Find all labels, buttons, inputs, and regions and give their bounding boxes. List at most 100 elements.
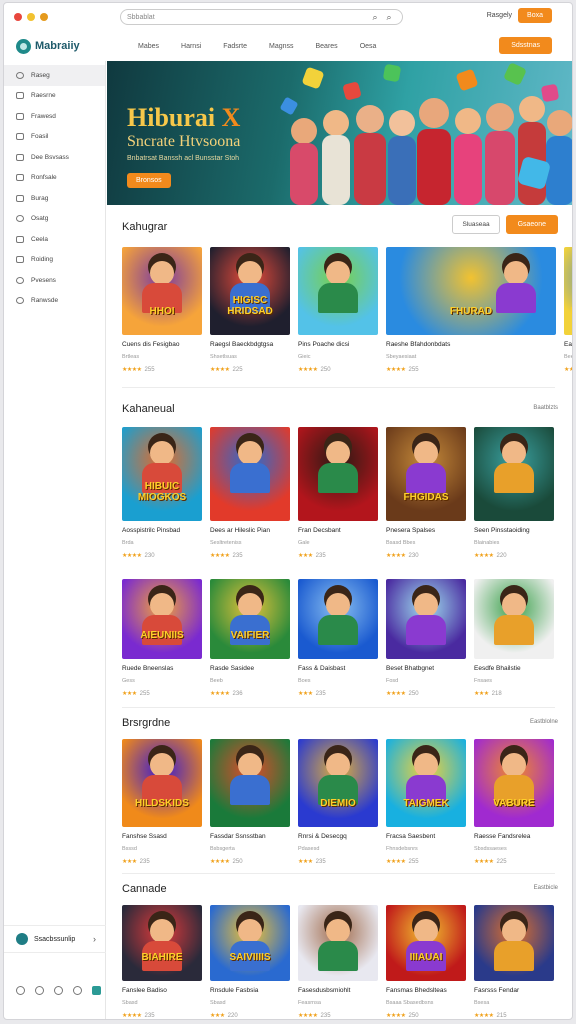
game-card[interactable]: VAIFIER Rasde Sasidee Beeb ★★★★ 236 <box>210 579 290 697</box>
globe-icon[interactable] <box>54 986 63 995</box>
sidebar-item[interactable]: Pvesens <box>4 270 105 291</box>
sidebar-item[interactable]: Burag <box>4 188 105 209</box>
game-thumbnail[interactable] <box>474 427 554 521</box>
top-bar-button[interactable]: Boxa <box>518 8 552 23</box>
game-title[interactable]: Easthlg Pulsbitudin <box>564 341 572 348</box>
hero-button[interactable]: Bronsos <box>127 173 171 188</box>
game-thumbnail[interactable] <box>386 579 466 659</box>
game-title[interactable]: Ruede Bneenslas <box>122 665 202 672</box>
game-title[interactable]: Pins Poache dicsi <box>298 341 378 348</box>
game-title[interactable]: Rnsdule Fasbsia <box>210 987 290 994</box>
sidebar-item[interactable]: Raesrne <box>4 86 105 107</box>
game-thumbnail[interactable] <box>298 905 378 981</box>
game-title[interactable]: Fanslee Badiso <box>122 987 202 994</box>
bell-icon[interactable] <box>35 986 44 995</box>
game-title[interactable]: Rasde Sasidee <box>210 665 290 672</box>
section-see-all-link[interactable]: Baatblzts <box>533 405 558 411</box>
game-title[interactable]: Fasesdusbsmiohlt <box>298 987 378 994</box>
game-thumbnail[interactable] <box>210 427 290 521</box>
game-card[interactable]: Fasrsss Fendar Bsesa ★★★★ 215 <box>474 905 554 1019</box>
game-title[interactable]: Fracsa Saesbent <box>386 833 466 840</box>
game-title[interactable]: Fansmas Bhedslteas <box>386 987 466 994</box>
maximize-window-icon[interactable] <box>40 13 48 21</box>
game-title[interactable]: Eesdfe Bhailstie <box>474 665 554 672</box>
game-card[interactable]: VABURE Raesse Fandsrelea Sbsdssaeses ★★★★ 22… <box>474 739 554 865</box>
section-see-all-link[interactable]: Eastblolne <box>530 719 558 725</box>
sidebar-item[interactable]: Osatg <box>4 209 105 230</box>
search-bar[interactable]: Sbbablat ⌕ ⌕ <box>120 9 403 25</box>
game-title[interactable]: Beset Bhatbgnet <box>386 665 466 672</box>
game-thumbnail[interactable] <box>298 427 378 521</box>
game-card[interactable]: Dees ar Hileslic Pian Sesltreteniss ★★★★ 23… <box>210 427 290 559</box>
game-card[interactable]: Fran Decsbant Gale ★★★ 235 <box>298 427 378 559</box>
game-thumbnail[interactable]: FHURAD <box>386 247 556 335</box>
game-thumbnail[interactable]: FHGIDAS <box>386 427 466 521</box>
game-title[interactable]: Fasrsss Fendar <box>474 987 554 994</box>
sidebar-item[interactable]: Ranwsde <box>4 291 105 312</box>
sidebar-item[interactable]: Ceela <box>4 229 105 250</box>
game-title[interactable]: Raegsl Baeckbdgtgsa <box>210 341 290 348</box>
game-title[interactable]: Raeshe Bfahdonbdats <box>386 341 556 348</box>
game-title[interactable]: Rnrsi & Desecgq <box>298 833 378 840</box>
game-title[interactable]: Fassdar Ssnsstban <box>210 833 290 840</box>
game-card[interactable]: IHIIAR VISBIO Easthlg Pulsbitudin Beeulaau… <box>564 247 572 373</box>
game-title[interactable]: Seen Pinsstaoiding <box>474 527 554 534</box>
nav-link[interactable]: Harnsi <box>181 43 201 50</box>
game-card[interactable]: TAIGMEK Fracsa Saesbent Fhnsdebsnrs ★★★★ 255 <box>386 739 466 865</box>
game-card[interactable]: DIEMIO Rnrsi & Desecgq Pdasesd ★★★ 235 <box>298 739 378 865</box>
sidebar-item[interactable]: Ronfsale <box>4 168 105 189</box>
nav-link[interactable]: Beares <box>316 43 338 50</box>
game-thumbnail[interactable] <box>474 579 554 659</box>
game-thumbnail[interactable]: HIBUIC MIOGKOS <box>122 427 202 521</box>
game-card[interactable]: Eesdfe Bhailstie Fnsaes ★★★ 218 <box>474 579 554 697</box>
game-thumbnail[interactable]: HHOI <box>122 247 202 335</box>
game-thumbnail[interactable]: SAIVIIIIS <box>210 905 290 981</box>
nav-link[interactable]: Magnss <box>269 43 294 50</box>
game-card[interactable]: SAIVIIIIS Rnsdule Fasbsia Sbasd ★★★ 220 <box>210 905 290 1019</box>
sidebar-item[interactable]: Raseg <box>4 65 105 86</box>
game-thumbnail[interactable]: TAIGMEK <box>386 739 466 827</box>
section-fill-button[interactable]: Gsaeone <box>505 215 558 234</box>
game-card[interactable]: IIIAUAI Fansmas Bhedslteas Bsaaa Sbasedbsn… <box>386 905 466 1019</box>
game-thumbnail[interactable] <box>298 579 378 659</box>
sidebar-item[interactable]: Roiding <box>4 250 105 271</box>
chevron-right-icon[interactable]: › <box>93 934 96 944</box>
game-card[interactable]: Fass & Daisbast Boes ★★★ 235 <box>298 579 378 697</box>
game-title[interactable]: Cuens dis Fesigbao <box>122 341 202 348</box>
section-see-all-link[interactable]: Eastbicle <box>534 885 558 891</box>
game-title[interactable]: Aosspistrilc Pinsbad <box>122 527 202 534</box>
game-card[interactable]: BIAHIRE Fanslee Badiso Sbasd ★★★★ 235 <box>122 905 202 1019</box>
sidebar-item[interactable]: Frawesd <box>4 106 105 127</box>
game-thumbnail[interactable] <box>210 739 290 827</box>
game-card[interactable]: Pins Poache dicsi Gieic ★★★★ 250 <box>298 247 378 373</box>
game-thumbnail[interactable]: HILDSKIDS <box>122 739 202 827</box>
sidebar-item[interactable]: Foasil <box>4 127 105 148</box>
game-card[interactable]: Fassdar Ssnsstban Bsbsgerta ★★★★ 250 <box>210 739 290 865</box>
nav-link[interactable]: Fadsrte <box>223 43 247 50</box>
sidebar-profile[interactable]: Ssacbssunlip › <box>4 925 106 953</box>
game-title[interactable]: Fanshse Ssasd <box>122 833 202 840</box>
top-bar-link[interactable]: Rasgely <box>487 12 512 19</box>
game-card[interactable]: FHURAD Raeshe Bfahdonbdats Sbeyaesiaat ★★★★… <box>386 247 556 373</box>
game-thumbnail[interactable]: IIIAUAI <box>386 905 466 981</box>
game-title[interactable]: Raesse Fandsrelea <box>474 833 554 840</box>
search-input[interactable]: Sbbablat <box>127 14 368 21</box>
location-icon[interactable] <box>73 986 82 995</box>
close-window-icon[interactable] <box>14 13 22 21</box>
voice-search-icon[interactable]: ⌕ <box>382 12 396 23</box>
game-card[interactable]: HIBUIC MIOGKOS Aosspistrilc Pinsbad Brda ★★… <box>122 427 202 559</box>
nav-cta-button[interactable]: Sdsstnas <box>499 37 552 54</box>
brand-logo[interactable]: Mabraiiy <box>16 38 116 54</box>
section-outline-button[interactable]: Sluaseaa <box>452 215 500 234</box>
game-card[interactable]: AIEUNIIS Ruede Bneenslas Gess ★★★ 255 <box>122 579 202 697</box>
hero-banner[interactable]: Hiburai X Sncrate Htvsoona Bnbatrsat Ban… <box>107 61 572 205</box>
game-thumbnail[interactable] <box>474 905 554 981</box>
sidebar-item[interactable]: Dee Bsvsass <box>4 147 105 168</box>
game-thumbnail[interactable]: VABURE <box>474 739 554 827</box>
chat-icon[interactable] <box>92 986 101 995</box>
game-card[interactable]: Fasesdusbsmiohlt Feasrnsa ★★★★ 235 <box>298 905 378 1019</box>
game-thumbnail[interactable]: VAIFIER <box>210 579 290 659</box>
nav-link[interactable]: Mabes <box>138 43 159 50</box>
game-thumbnail[interactable]: HIGISC HRIDSAD <box>210 247 290 335</box>
minimize-window-icon[interactable] <box>27 13 35 21</box>
